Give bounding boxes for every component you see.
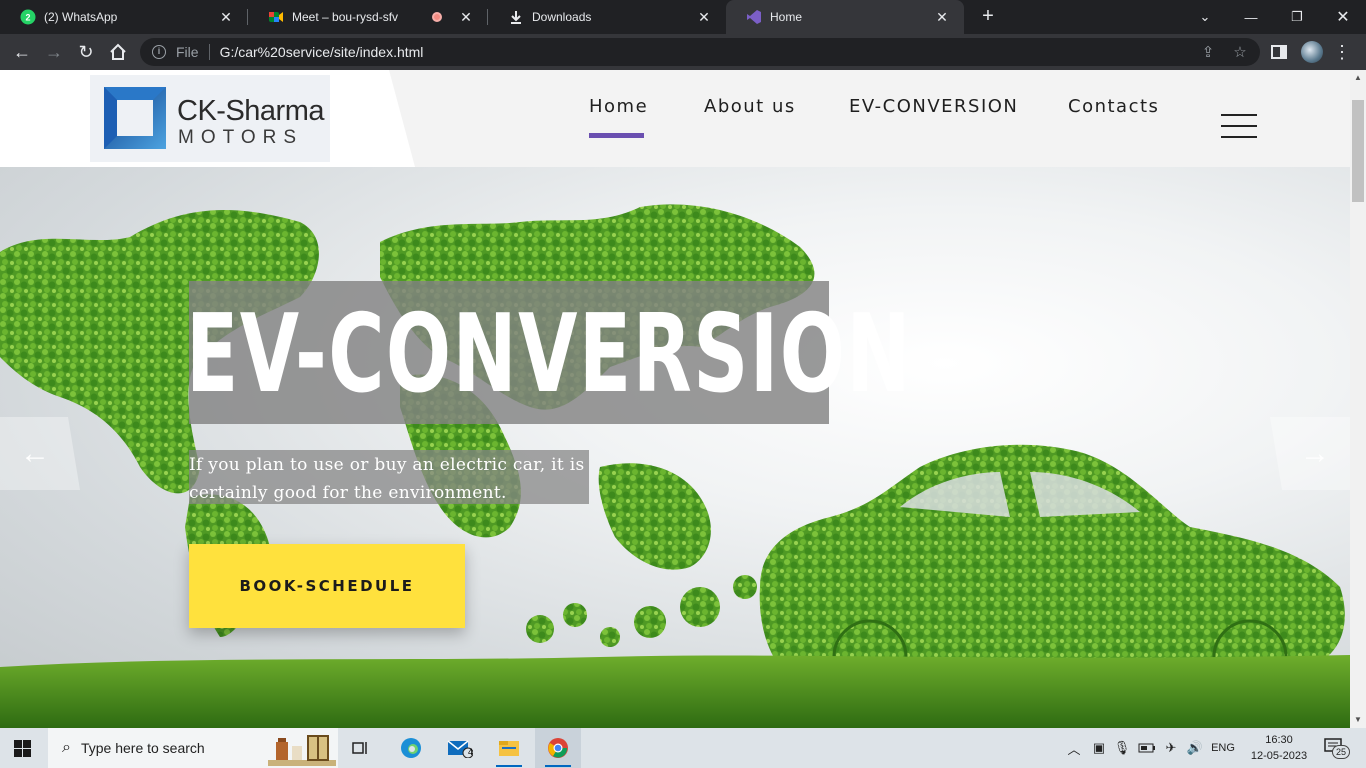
language-indicator[interactable]: ENG — [1208, 728, 1238, 768]
battery-icon[interactable] — [1136, 728, 1158, 768]
scrollbar-thumb[interactable] — [1352, 100, 1364, 202]
tab-close-icon[interactable]: ✕ — [458, 9, 474, 25]
tab-close-icon[interactable]: ✕ — [696, 9, 712, 25]
tab-downloads[interactable]: Downloads ✕ — [488, 0, 726, 34]
clock-time: 16:30 — [1265, 734, 1293, 746]
visual-studio-icon — [746, 9, 762, 25]
notification-count-badge: 25 — [1332, 745, 1350, 759]
show-hidden-icons-chevron-icon[interactable]: ︿ — [1064, 728, 1084, 768]
tab-title: Downloads — [532, 10, 592, 24]
back-arrow-icon[interactable]: ← — [10, 40, 34, 64]
recording-indicator-icon — [432, 12, 442, 22]
nav-ev-conversion[interactable]: EV-CONVERSION — [849, 96, 1018, 136]
slider-next-arrow-icon[interactable]: → — [1270, 417, 1350, 490]
book-schedule-button[interactable]: BOOK-SCHEDULE — [189, 544, 465, 628]
clock-date: 12-05-2023 — [1250, 750, 1308, 762]
search-placeholder: Type here to search — [80, 740, 205, 756]
site-info-icon[interactable]: i — [152, 45, 166, 59]
meet-now-icon[interactable]: ▣ — [1088, 728, 1110, 768]
tab-whatsapp[interactable]: 2 (2) WhatsApp ✕ — [0, 0, 248, 34]
hero-subtitle: If you plan to use or buy an electric ca… — [189, 455, 585, 503]
nav-active-indicator — [589, 133, 644, 138]
mail-badge: 4 — [468, 747, 474, 757]
hamburger-menu-icon[interactable] — [1221, 114, 1257, 140]
menu-kebab-icon[interactable]: ⋮ — [1332, 40, 1352, 64]
microphone-icon[interactable]: 🎙 — [1112, 728, 1132, 768]
side-panel-icon[interactable] — [1267, 40, 1291, 64]
search-icon: ⌕ — [62, 739, 71, 756]
nav-about-us[interactable]: About us — [704, 96, 796, 136]
scroll-up-icon[interactable]: ▲ — [1350, 70, 1366, 86]
hero-background-image — [0, 204, 1350, 728]
edge-browser-icon[interactable] — [388, 728, 434, 768]
logo-text-secondary: MOTORS — [178, 127, 304, 148]
whatsapp-icon: 2 — [20, 9, 36, 25]
nav-home[interactable]: Home — [589, 96, 648, 136]
scroll-down-icon[interactable]: ▼ — [1350, 712, 1366, 728]
minimize-icon[interactable]: — — [1228, 0, 1274, 34]
tab-search-chevron-icon[interactable]: ⌄ — [1182, 0, 1228, 34]
reload-icon[interactable]: ↻ — [74, 40, 98, 64]
logo-text-primary: CK-Sharma — [177, 95, 325, 127]
search-highlight-jars-icon — [268, 735, 336, 766]
forward-arrow-icon[interactable]: → — [42, 40, 66, 64]
hero-title: EV-CONVERSION — [186, 292, 912, 417]
tab-close-icon[interactable]: ✕ — [218, 9, 234, 25]
brand-logo[interactable]: CK-Sharma MOTORS — [90, 75, 330, 162]
profile-avatar[interactable] — [1301, 41, 1323, 63]
restore-icon[interactable]: ❐ — [1274, 0, 1320, 34]
tab-home[interactable]: Home ✕ — [726, 0, 964, 34]
close-window-icon[interactable]: ✕ — [1320, 0, 1366, 34]
taskbar-search-box[interactable]: ⌕ Type here to search — [48, 728, 338, 768]
slider-prev-arrow-icon[interactable]: ← — [0, 417, 80, 490]
notification-center-icon[interactable]: 25 — [1324, 738, 1350, 759]
bookmark-star-icon[interactable]: ☆ — [1228, 40, 1252, 64]
share-icon[interactable]: ⇪ — [1196, 40, 1220, 64]
home-icon[interactable] — [106, 40, 130, 64]
tab-close-icon[interactable]: ✕ — [934, 9, 950, 25]
airplane-mode-icon[interactable]: ✈ — [1160, 728, 1182, 768]
site-header: CK-Sharma MOTORS Home About us EV-CONVER… — [0, 70, 1350, 167]
mail-icon[interactable]: 4 — [437, 728, 483, 768]
address-bar[interactable]: i File G:/car%20service/site/index.html — [140, 38, 1260, 66]
svg-text:2: 2 — [25, 13, 30, 23]
google-meet-icon — [268, 9, 284, 25]
system-clock[interactable]: 16:30 12-05-2023 — [1246, 732, 1312, 764]
scheme-label: File — [176, 44, 199, 60]
task-view-icon[interactable] — [337, 728, 383, 768]
nav-contacts[interactable]: Contacts — [1068, 96, 1159, 136]
tab-strip: 2 (2) WhatsApp ✕ Meet – bou-rysd-sfv ✕ D… — [0, 0, 1366, 34]
omnibox-divider — [208, 44, 210, 60]
web-page: CK-Sharma MOTORS Home About us EV-CONVER… — [0, 70, 1350, 728]
windows-start-icon[interactable] — [14, 740, 31, 757]
chrome-icon[interactable] — [535, 728, 581, 768]
url-text: G:/car%20service/site/index.html — [219, 44, 424, 60]
tab-title: Meet – bou-rysd-sfv — [292, 10, 399, 24]
download-icon — [508, 9, 524, 25]
tab-meet[interactable]: Meet – bou-rysd-sfv ✕ — [248, 0, 488, 34]
logo-mark-icon — [104, 87, 166, 149]
browser-toolbar: ← → ↻ i File G:/car%20service/site/index… — [0, 34, 1366, 70]
file-explorer-icon[interactable] — [486, 728, 532, 768]
windows-taskbar: ⌕ Type here to search 4 ︿ ▣ 🎙 ✈ 🔊 ENG 16… — [0, 728, 1366, 768]
volume-icon[interactable]: 🔊 — [1184, 728, 1206, 768]
tab-title: Home — [770, 10, 803, 24]
new-tab-button[interactable]: + — [976, 5, 1000, 29]
tab-title: (2) WhatsApp — [44, 10, 118, 24]
page-scrollbar[interactable]: ▲ ▼ — [1350, 70, 1366, 728]
hero-slider: EV-CONVERSION If you plan to use or buy … — [0, 167, 1350, 728]
